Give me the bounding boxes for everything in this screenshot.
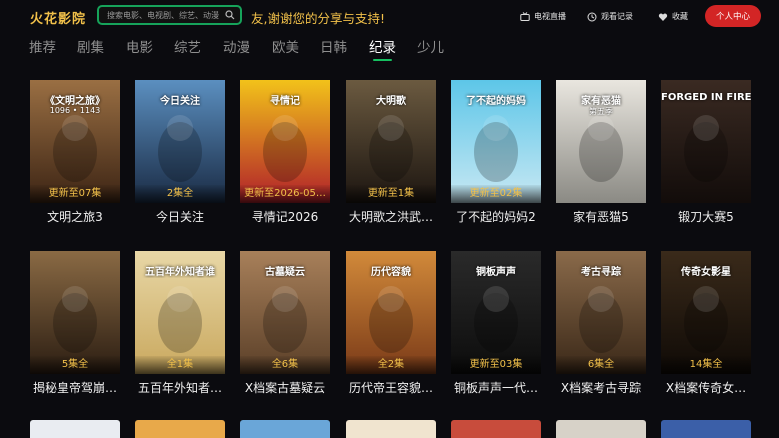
- poster-image-partial[interactable]: [556, 420, 646, 438]
- episode-badge: 6集全: [556, 356, 646, 374]
- favorites-button[interactable]: 收藏: [658, 11, 688, 22]
- video-title[interactable]: X档案古墓疑云: [234, 379, 336, 396]
- poster-image[interactable]: 传奇女影星 14集全: [661, 251, 751, 374]
- tab-anime[interactable]: 动漫: [223, 36, 250, 56]
- poster-image-partial[interactable]: [135, 420, 225, 438]
- video-title[interactable]: 揭秘皇帝驾崩…: [24, 379, 126, 396]
- tab-documentary[interactable]: 纪录: [369, 36, 396, 61]
- tab-western[interactable]: 欧美: [272, 36, 299, 56]
- poster-title-text: 今日关注: [160, 96, 200, 107]
- clock-icon: [587, 12, 597, 21]
- tab-movies[interactable]: 电影: [126, 36, 153, 56]
- poster-image[interactable]: 考古寻踪 6集全: [556, 251, 646, 374]
- episode-badge: 更新至02集: [451, 185, 541, 203]
- poster-title-text: 历代容貌: [371, 267, 411, 278]
- heart-icon: [658, 13, 668, 21]
- poster-title-text: 大明歌: [376, 96, 406, 107]
- video-title[interactable]: 家有恶猫5: [550, 208, 652, 225]
- episode-badge: 全2集: [346, 356, 436, 374]
- search-input[interactable]: 搜索电影、电视剧、综艺、动漫: [97, 5, 242, 25]
- poster-image[interactable]: 5集全: [30, 251, 120, 374]
- app-logo[interactable]: 火花影院: [30, 8, 86, 27]
- tab-series[interactable]: 剧集: [77, 36, 104, 56]
- poster-image[interactable]: 《文明之旅》 1096 • 1143 更新至07集: [30, 80, 120, 203]
- episode-badge: 更新至03集: [451, 356, 541, 374]
- poster-title-text: 《文明之旅》: [45, 96, 105, 107]
- poster-image-partial[interactable]: [451, 420, 541, 438]
- poster-image-partial[interactable]: [30, 420, 120, 438]
- video-title[interactable]: X档案传奇女…: [655, 379, 757, 396]
- video-title[interactable]: 了不起的妈妈2: [445, 208, 547, 225]
- history-button[interactable]: 观看记录: [587, 11, 633, 22]
- poster-subtitle-text: 第五季: [589, 107, 613, 116]
- poster-title-text: 古墓疑云: [265, 267, 305, 278]
- tab-variety[interactable]: 综艺: [174, 36, 201, 56]
- video-title[interactable]: 五百年外知者…: [129, 379, 231, 396]
- tab-kids[interactable]: 少儿: [417, 36, 444, 56]
- poster-title-text: 寻情记: [270, 96, 300, 107]
- poster-subtitle-text: 1096 • 1143: [49, 106, 101, 115]
- poster-image-partial[interactable]: [346, 420, 436, 438]
- video-title[interactable]: 历代帝王容貌…: [340, 379, 442, 396]
- poster-title-text: 考古寻踪: [581, 267, 621, 278]
- slogan-text: 友,谢谢您的分享与支持!: [251, 11, 385, 26]
- episode-badge: 全6集: [240, 356, 330, 374]
- user-center-button[interactable]: 个人中心: [705, 5, 761, 27]
- favorites-label: 收藏: [672, 12, 688, 21]
- poster-image[interactable]: 大明歌更新至1集: [346, 80, 436, 203]
- episode-badge: 全1集: [135, 356, 225, 374]
- live-tv-button[interactable]: 电视直播: [520, 11, 566, 22]
- poster-image[interactable]: 五百年外知者谁全1集: [135, 251, 225, 374]
- video-title[interactable]: 今日关注: [129, 208, 231, 225]
- episode-badge: 2集全: [135, 185, 225, 203]
- video-title[interactable]: 寻情记2026: [234, 208, 336, 225]
- poster-title-text: 铜板声声: [476, 267, 516, 278]
- poster-image-partial[interactable]: [240, 420, 330, 438]
- top-bar: 火花影院 搜索电影、电视剧、综艺、动漫 友,谢谢您的分享与支持! 电视直播 观看…: [0, 0, 779, 32]
- search-icon[interactable]: [225, 10, 235, 20]
- tab-recommend[interactable]: 推荐: [29, 36, 56, 56]
- episode-badge: 更新至1集: [346, 185, 436, 203]
- search-placeholder: 搜索电影、电视剧、综艺、动漫: [107, 11, 219, 20]
- video-title[interactable]: 锻刀大赛5: [655, 208, 757, 225]
- poster-image[interactable]: FORGED IN FIRE: [661, 80, 751, 203]
- poster-image[interactable]: 家有恶猫 第五季: [556, 80, 646, 203]
- episode-badge: 14集全: [661, 356, 751, 374]
- poster-image-partial[interactable]: [661, 420, 751, 438]
- poster-title-text: 了不起的妈妈: [466, 96, 526, 107]
- episode-badge: 5集全: [30, 356, 120, 374]
- poster-image[interactable]: 古墓疑云全6集: [240, 251, 330, 374]
- live-tv-label: 电视直播: [534, 12, 566, 21]
- episode-badge: 更新至2026-05…: [240, 185, 330, 203]
- video-title[interactable]: 大明歌之洪武…: [340, 208, 442, 225]
- poster-title-text: 家有恶猫: [581, 96, 621, 107]
- poster-image[interactable]: 今日关注 2集全: [135, 80, 225, 203]
- poster-image[interactable]: 铜板声声更新至03集: [451, 251, 541, 374]
- episode-badge: 更新至07集: [30, 185, 120, 203]
- tab-jpkr[interactable]: 日韩: [320, 36, 347, 56]
- poster-title-text: 五百年外知者谁: [145, 267, 215, 278]
- poster-title-text: 传奇女影星: [681, 267, 731, 278]
- video-title[interactable]: 文明之旅3: [24, 208, 126, 225]
- poster-image[interactable]: 寻情记更新至2026-05…: [240, 80, 330, 203]
- category-tabs: 推荐 剧集 电影 综艺 动漫 欧美 日韩 纪录 少儿: [0, 32, 779, 62]
- poster-image[interactable]: 历代容貌全2集: [346, 251, 436, 374]
- tv-icon: [520, 11, 530, 21]
- poster-image[interactable]: 了不起的妈妈更新至02集: [451, 80, 541, 203]
- video-title[interactable]: X档案考古寻踪: [550, 379, 652, 396]
- poster-title-text: FORGED IN FIRE: [661, 92, 751, 103]
- video-title[interactable]: 铜板声声一代…: [445, 379, 547, 396]
- history-label: 观看记录: [601, 12, 633, 21]
